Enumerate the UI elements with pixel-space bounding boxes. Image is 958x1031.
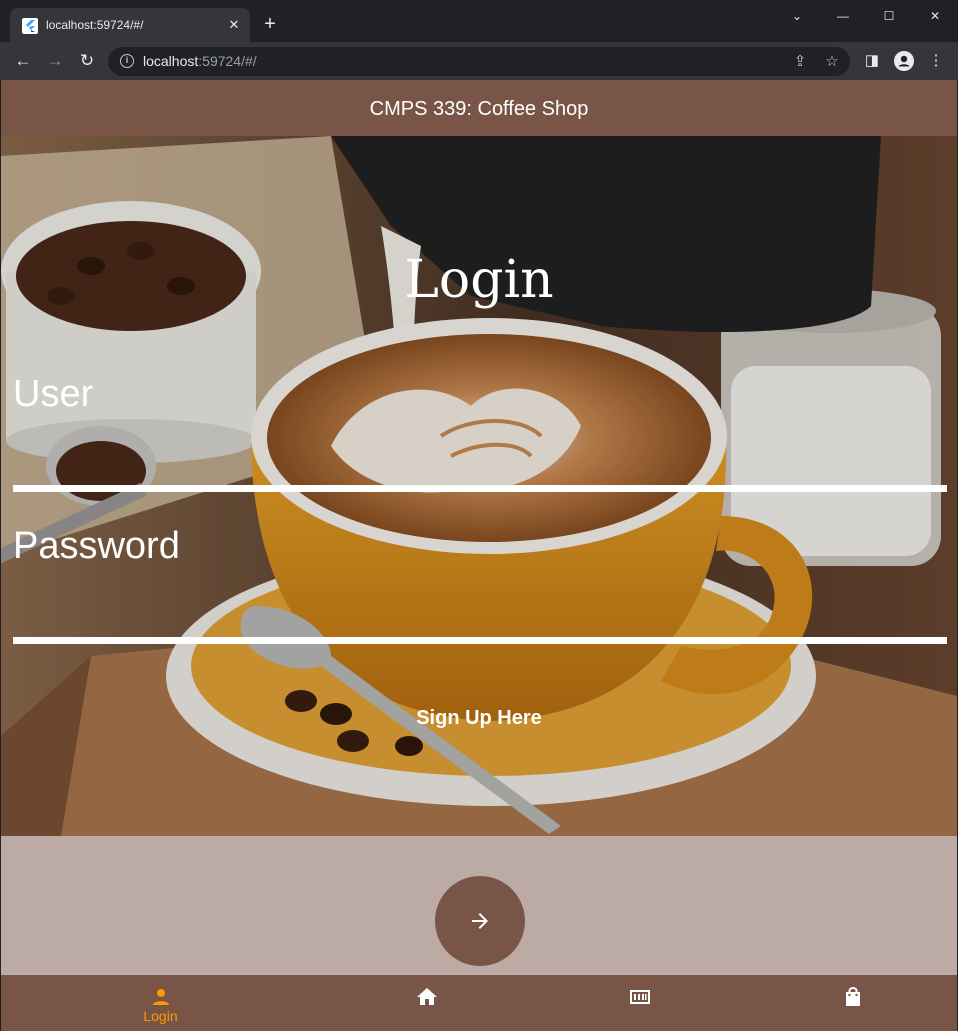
- tab-search-icon[interactable]: ⌄: [774, 4, 820, 28]
- person-icon: [153, 989, 169, 1005]
- reload-icon[interactable]: ↻: [75, 49, 99, 73]
- home-icon: [417, 988, 437, 1005]
- bookmark-star-icon[interactable]: ☆: [822, 52, 842, 72]
- site-info-icon[interactable]: i: [120, 54, 134, 68]
- login-heading: Login: [404, 250, 554, 310]
- nav-item-shop[interactable]: [733, 975, 957, 1031]
- tab-close-icon[interactable]: ✕: [226, 17, 242, 33]
- browser-toolbar: ← → ↻ i localhost:59724/#/ ⇪ ☆ ◨ ⋮: [0, 42, 958, 80]
- url-path: :59724/#/: [198, 53, 257, 69]
- app-root: CMPS 339: Coffee Shop Login User Passwor…: [1, 80, 957, 1031]
- menu-kebab-icon[interactable]: ⋮: [926, 51, 946, 71]
- close-window-button[interactable]: ✕: [912, 4, 958, 28]
- browser-titlebar: localhost:59724/#/ ✕ + ⌄ — ☐ ✕: [0, 0, 958, 42]
- minimize-button[interactable]: —: [820, 4, 866, 28]
- password-field-underline: [13, 637, 947, 644]
- user-field-label: User: [13, 373, 94, 415]
- shopping-bag-icon: [846, 987, 860, 1006]
- app-title: CMPS 339: Coffee Shop: [369, 98, 589, 120]
- tab-title: localhost:59724/#/: [46, 18, 144, 32]
- share-icon[interactable]: ⇪: [790, 52, 810, 72]
- submit-login-button[interactable]: [435, 876, 525, 966]
- maximize-button[interactable]: ☐: [866, 4, 912, 28]
- new-tab-button[interactable]: +: [260, 14, 280, 34]
- back-icon[interactable]: ←: [11, 49, 35, 73]
- profile-avatar-icon[interactable]: [894, 51, 914, 71]
- sign-up-link[interactable]: Sign Up Here: [1, 706, 957, 730]
- nav-item-tickets[interactable]: [520, 975, 759, 1031]
- person-icon: [898, 55, 910, 67]
- login-form-area: Login User Password Sign Up Here: [1, 136, 957, 836]
- flutter-icon: [22, 18, 38, 34]
- browser-tab[interactable]: localhost:59724/#/ ✕: [10, 8, 250, 42]
- url-host: localhost: [143, 53, 199, 69]
- user-input[interactable]: [13, 438, 947, 482]
- nav-label-login: Login: [143, 1008, 178, 1024]
- nav-item-home[interactable]: [307, 975, 546, 1031]
- app-bar: CMPS 339: Coffee Shop: [1, 80, 957, 136]
- side-panel-icon[interactable]: ◨: [862, 51, 882, 71]
- arrow-forward-icon: [472, 913, 488, 929]
- user-field-underline: [13, 485, 947, 492]
- ticket-icon: [630, 990, 650, 1004]
- password-input[interactable]: [13, 590, 947, 634]
- address-bar[interactable]: i localhost:59724/#/ ⇪ ☆: [108, 47, 850, 76]
- nav-item-login[interactable]: Login: [41, 975, 280, 1031]
- password-field-label: Password: [13, 525, 180, 567]
- forward-icon[interactable]: →: [43, 49, 67, 73]
- url-text[interactable]: localhost:59724/#/: [143, 53, 257, 70]
- bottom-navigation-bar: Login: [1, 975, 957, 1031]
